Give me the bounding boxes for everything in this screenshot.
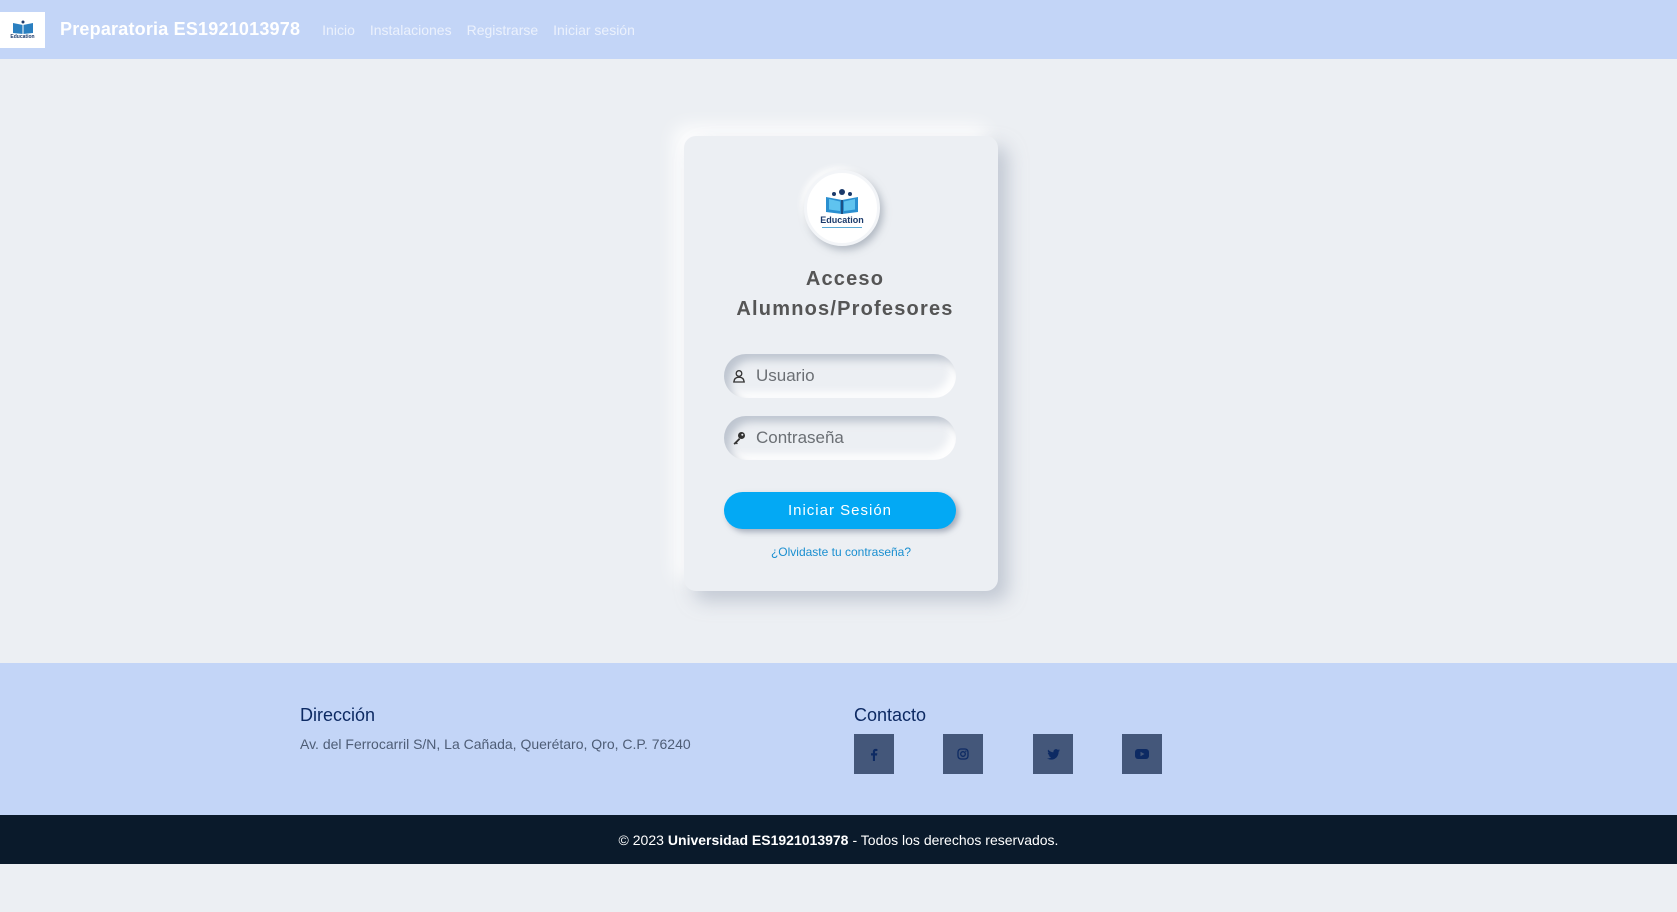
copyright-bar: © 2023 Universidad ES1921013978 - Todos … [0,815,1677,864]
twitter-icon [1046,748,1060,760]
user-icon [732,369,746,383]
book-logo-icon [12,20,33,34]
youtube-button[interactable] [1122,734,1162,774]
nav-link-iniciar-sesion[interactable]: Iniciar sesión [553,22,635,38]
forgot-password-link[interactable]: ¿Olvidaste tu contraseña? [684,545,998,559]
login-title-line1: Acceso [805,268,885,290]
login-card: Education Acceso Alumnos/Profesores Inic… [684,136,998,591]
logo-underline [822,227,862,228]
login-title-line2: Alumnos/Profesores [736,298,954,320]
copyright-name: Universidad ES1921013978 [667,831,849,848]
address-title: Dirección [300,705,376,725]
facebook-button[interactable] [854,734,894,774]
nav-link-inicio[interactable]: Inicio [322,22,355,38]
nav-links: Inicio Instalaciones Registrarse Iniciar… [322,22,650,38]
twitter-button[interactable] [1033,734,1073,774]
address-text: Av. del Ferrocarril S/N, La Cañada, Quer… [300,736,691,752]
brand-title[interactable]: Preparatoria ES1921013978 [60,19,300,40]
username-input[interactable] [754,365,948,387]
instagram-icon [957,748,969,760]
username-field[interactable] [724,354,956,398]
password-field[interactable] [724,416,956,460]
footer: Dirección Av. del Ferrocarril S/N, La Ca… [0,663,1677,815]
key-icon [732,431,746,445]
nav-logo-text: Education [10,33,35,40]
facebook-icon [871,748,878,761]
nav-logo[interactable]: Education [0,11,45,48]
nav-link-instalaciones[interactable]: Instalaciones [370,22,452,38]
instagram-button[interactable] [943,734,983,774]
login-title: Acceso Alumnos/Profesores [688,264,1002,324]
navbar: Education Preparatoria ES1921013978 Inic… [0,0,1677,59]
nav-link-registrarse[interactable]: Registrarse [467,22,539,38]
login-logo-text: Education [820,215,864,225]
login-logo: Education [804,170,880,246]
youtube-icon [1135,749,1149,759]
copyright-suffix: - Todos los derechos reservados. [852,831,1059,848]
login-button[interactable]: Iniciar Sesión [724,492,956,529]
copyright-prefix: © 2023 [618,831,664,848]
password-input[interactable] [754,427,948,449]
contact-title: Contacto [854,705,927,725]
book-logo-icon [826,189,858,214]
